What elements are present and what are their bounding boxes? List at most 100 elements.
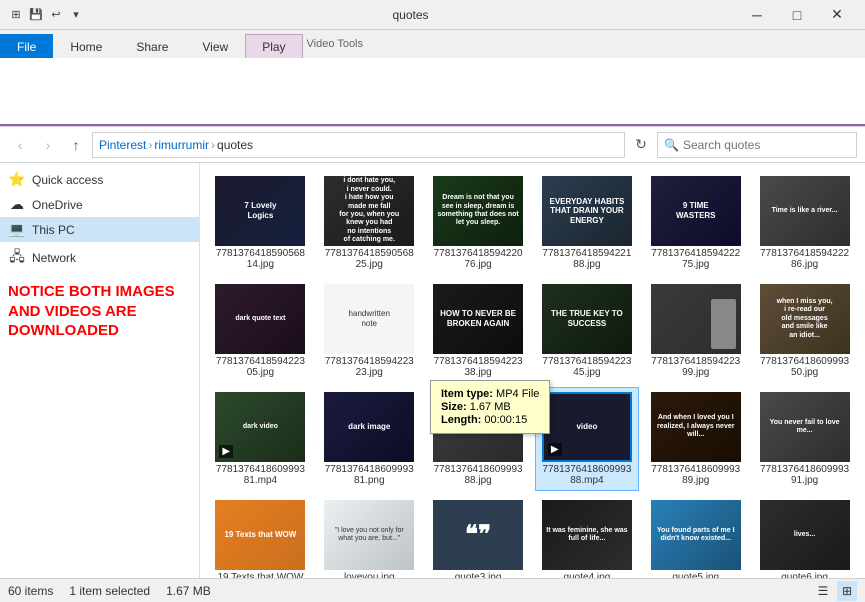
file-item[interactable]: 7 LovelyLogics 778137641859056814.jpg [208, 171, 313, 275]
minimize-button[interactable]: ─ [737, 0, 777, 30]
tab-view[interactable]: View [185, 34, 245, 58]
sidebar: ⭐ Quick access ☁ OneDrive 💻 This PC 🖧 Ne… [0, 163, 200, 578]
file-item[interactable]: i dont hate you,i never could.i hate how… [317, 171, 422, 275]
file-name: 778137641859422399.jpg [651, 356, 741, 378]
file-name: 778137641859422188.jpg [542, 248, 632, 270]
file-thumbnail: EVERYDAY HABITS THAT DRAIN YOUR ENERGY [542, 176, 632, 246]
file-item[interactable]: You found parts of me I didn't know exis… [643, 495, 748, 578]
file-thumbnail: ❝❞ [433, 500, 523, 570]
undo-icon[interactable]: ↩ [48, 7, 64, 23]
forward-button[interactable]: › [36, 133, 60, 157]
title-bar: ⊞ 💾 ↩ ▾ quotes ─ □ ✕ [0, 0, 865, 30]
sidebar-item-quick-access[interactable]: ⭐ Quick access [0, 167, 199, 192]
file-item[interactable]: dark image 778137641860999381.png [317, 387, 422, 491]
file-size: 1.67 MB [166, 584, 211, 598]
sidebar-item-this-pc[interactable]: 💻 This PC [0, 217, 199, 242]
file-thumbnail [651, 284, 741, 354]
file-thumbnail: 7 LovelyLogics [215, 176, 305, 246]
file-item[interactable]: ❝❞ quote3.jpg [426, 495, 531, 578]
file-item[interactable]: You never fail to love me... 77813764186… [752, 387, 857, 491]
file-name: quote6.jpg [781, 572, 828, 578]
sidebar-item-network[interactable]: 🖧 Network [0, 242, 199, 274]
file-grid: 7 LovelyLogics 778137641859056814.jpg i … [208, 171, 857, 578]
address-path[interactable]: Pinterest › rimurrumir › quotes [92, 132, 625, 158]
file-thumbnail: "I love you not only for what you are, b… [324, 500, 414, 570]
file-thumbnail: dark image [324, 392, 414, 462]
file-thumbnail: And when I loved you I realized, I alway… [651, 392, 741, 462]
file-item[interactable]: when I miss you,i re-read ourold message… [752, 279, 857, 383]
grid-view-button[interactable]: ⊞ [837, 581, 857, 601]
file-item[interactable]: It was feminine, she was full of life...… [535, 495, 640, 578]
pc-icon: 💻 [8, 221, 26, 238]
file-name: 778137641859422076.jpg [433, 248, 523, 270]
video-tools-label: Video Tools [307, 38, 363, 50]
sidebar-label-onedrive: OneDrive [32, 198, 83, 212]
file-item[interactable]: And when I loved you I realized, I alway… [643, 387, 748, 491]
file-name: quote4.jpg [564, 572, 611, 578]
file-item[interactable]: THE TRUE KEY TO SUCCESS 7781376418594223… [535, 279, 640, 383]
save-icon[interactable]: 💾 [28, 7, 44, 23]
file-tooltip: Item type: MP4 File Size: 1.67 MB Length… [430, 380, 550, 434]
file-item[interactable]: dark video ▶ 778137641860999381.mp4 [208, 387, 313, 491]
file-name: quote3.jpg [455, 572, 502, 578]
window-icon: ⊞ [8, 7, 24, 23]
file-name: 778137641859422275.jpg [651, 248, 741, 270]
file-name: 778137641859422338.jpg [433, 356, 523, 378]
file-name: 778137641859056814.jpg [215, 248, 305, 270]
breadcrumb-rimurrumir[interactable]: rimurrumir [154, 138, 209, 152]
file-thumbnail: when I miss you,i re-read ourold message… [760, 284, 850, 354]
tooltip-size: 1.67 MB [470, 401, 511, 413]
file-thumbnail: HOW TO NEVER BE BROKEN AGAIN [433, 284, 523, 354]
dropdown-icon[interactable]: ▾ [68, 7, 84, 23]
tab-play[interactable]: Play [245, 34, 302, 58]
file-item[interactable]: Dream is not that you see in sleep, drea… [426, 171, 531, 275]
file-thumbnail: THE TRUE KEY TO SUCCESS [542, 284, 632, 354]
close-button[interactable]: ✕ [817, 0, 857, 30]
file-item[interactable]: 778137641859422399.jpg [643, 279, 748, 383]
file-item[interactable]: dark quote text 778137641859422305.jpg [208, 279, 313, 383]
maximize-button[interactable]: □ [777, 0, 817, 30]
back-button[interactable]: ‹ [8, 133, 32, 157]
file-name: 778137641859422345.jpg [542, 356, 632, 378]
file-name: 778137641859056825.jpg [324, 248, 414, 270]
file-item[interactable]: handwrittennote 778137641859422323.jpg [317, 279, 422, 383]
item-count: 60 items [8, 584, 53, 598]
ribbon-content [0, 58, 865, 126]
refresh-button[interactable]: ↻ [629, 133, 653, 157]
window-title: quotes [84, 8, 737, 22]
tab-share[interactable]: Share [119, 34, 185, 58]
file-item[interactable]: Time is like a river... 7781376418594222… [752, 171, 857, 275]
file-item[interactable]: 9 TIMEWASTERS 778137641859422275.jpg [643, 171, 748, 275]
selected-count: 1 item selected [69, 584, 150, 598]
tooltip-length-label: Length: [441, 414, 481, 426]
file-thumbnail: handwrittennote [324, 284, 414, 354]
file-name: 778137641860999388.jpg [433, 464, 523, 486]
file-item[interactable]: lives... quote6.jpg [752, 495, 857, 578]
sidebar-label-network: Network [32, 251, 76, 265]
file-name: 778137641859422286.jpg [760, 248, 850, 270]
file-item[interactable]: 19 Texts that WOW 19 Texts that WOW [208, 495, 313, 578]
file-thumbnail: lives... [760, 500, 850, 570]
up-button[interactable]: ↑ [64, 133, 88, 157]
list-view-button[interactable]: ☰ [813, 581, 833, 601]
search-input[interactable] [683, 138, 843, 152]
content-area: 7 LovelyLogics 778137641859056814.jpg i … [200, 163, 865, 578]
file-name: 778137641860999381.mp4 [215, 464, 305, 486]
breadcrumb-pinterest[interactable]: Pinterest [99, 138, 146, 152]
tab-home[interactable]: Home [53, 34, 119, 58]
file-name: 778137641859422323.jpg [324, 356, 414, 378]
file-item-selected[interactable]: video ▶ 778137641860999388.mp4 Item type… [535, 387, 640, 491]
file-thumbnail: 19 Texts that WOW [215, 500, 305, 570]
tab-file[interactable]: File [0, 34, 53, 58]
sidebar-label-this-pc: This PC [32, 223, 75, 237]
view-controls: ☰ ⊞ [813, 581, 857, 601]
video-overlay: ▶ [219, 445, 233, 458]
file-item[interactable]: HOW TO NEVER BE BROKEN AGAIN 77813764185… [426, 279, 531, 383]
window-controls: ─ □ ✕ [737, 0, 857, 30]
sidebar-item-onedrive[interactable]: ☁ OneDrive [0, 192, 199, 217]
file-thumbnail: Dream is not that you see in sleep, drea… [433, 176, 523, 246]
file-item[interactable]: "I love you not only for what you are, b… [317, 495, 422, 578]
network-icon: 🖧 [8, 246, 26, 270]
file-name: 19 Texts that WOW [217, 572, 303, 578]
file-item[interactable]: EVERYDAY HABITS THAT DRAIN YOUR ENERGY 7… [535, 171, 640, 275]
